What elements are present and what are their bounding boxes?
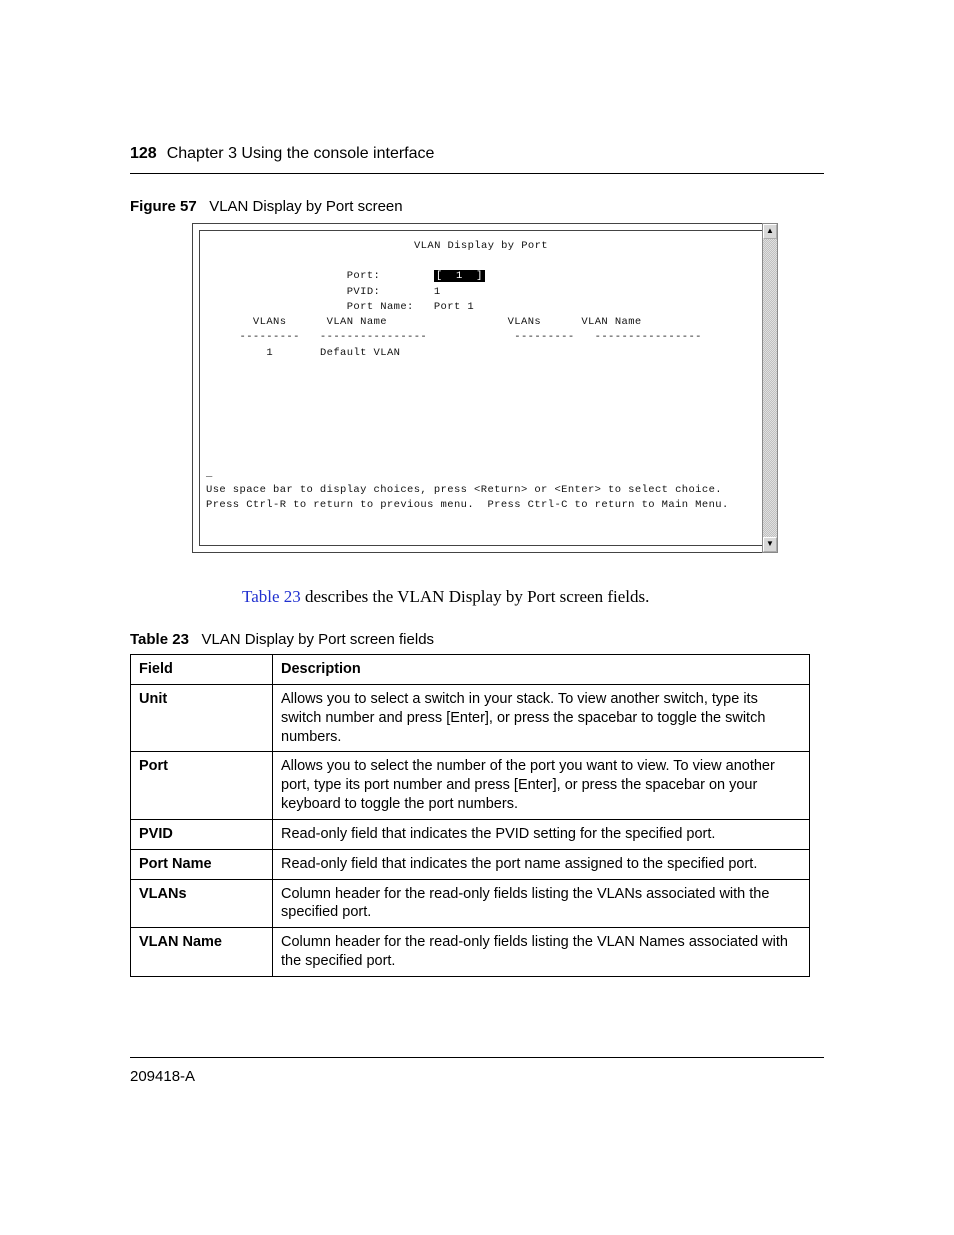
field-cell: Port Name (131, 849, 273, 879)
table-row: VLAN Name Column header for the read-onl… (131, 928, 810, 977)
desc-cell: Allows you to select the number of the p… (273, 752, 810, 820)
table-row: Port Allows you to select the number of … (131, 752, 810, 820)
col-vlanname-2: VLAN Name (581, 316, 641, 328)
scroll-down-icon[interactable]: ▼ (763, 537, 777, 552)
col-vlanname-1: VLAN Name (327, 316, 387, 328)
console-hint-1: Use space bar to display choices, press … (206, 484, 722, 496)
figure-label: Figure 57 (130, 198, 197, 215)
scrollbar[interactable]: ▲ ▼ (762, 223, 778, 553)
port-label: Port: (347, 270, 381, 282)
table-row: Unit Allows you to select a switch in yo… (131, 684, 810, 752)
th-field: Field (131, 655, 273, 685)
col-vlans-2: VLANs (508, 316, 542, 328)
page: 128 Chapter 3 Using the console interfac… (0, 0, 954, 1235)
desc-cell: Read-only field that indicates the port … (273, 849, 810, 879)
desc-cell: Column header for the read-only fields l… (273, 928, 810, 977)
divider-row: --------- ---------------- --------- ---… (206, 331, 702, 343)
console-screenshot: VLAN Display by Port Port: [ 1 ] PVID: 1… (192, 223, 762, 553)
row1-vlan: 1 (266, 347, 273, 359)
field-cell: VLAN Name (131, 928, 273, 977)
th-description: Description (273, 655, 810, 685)
page-number: 128 (130, 145, 157, 163)
table-row: VLANs Column header for the read-only fi… (131, 879, 810, 928)
figure-caption: Figure 57 VLAN Display by Port screen (130, 198, 824, 215)
pvid-value: 1 (434, 286, 441, 298)
field-cell: Unit (131, 684, 273, 752)
table-crossref-link[interactable]: Table 23 (242, 587, 301, 606)
pvid-label: PVID: (347, 286, 381, 298)
scroll-track[interactable] (763, 239, 777, 537)
body-rest: describes the VLAN Display by Port scree… (301, 587, 650, 606)
chapter-title: Chapter 3 Using the console interface (167, 145, 435, 163)
desc-cell: Allows you to select a switch in your st… (273, 684, 810, 752)
console-content: VLAN Display by Port Port: [ 1 ] PVID: 1… (199, 230, 762, 546)
body-paragraph: Table 23 describes the VLAN Display by P… (242, 587, 824, 607)
console-hint-2: Press Ctrl-R to return to previous menu.… (206, 499, 729, 511)
page-footer: 209418-A (130, 1057, 824, 1085)
row1-name: Default VLAN (320, 347, 400, 359)
col-vlans-1: VLANs (253, 316, 287, 328)
portname-value: Port 1 (434, 301, 474, 313)
table-caption: Table 23 VLAN Display by Port screen fie… (130, 631, 824, 648)
table-row: PVID Read-only field that indicates the … (131, 819, 810, 849)
desc-cell: Read-only field that indicates the PVID … (273, 819, 810, 849)
port-value: [ 1 ] (434, 270, 485, 282)
portname-label: Port Name: (347, 301, 414, 313)
table-label: Table 23 (130, 631, 189, 648)
scroll-up-icon[interactable]: ▲ (763, 224, 777, 239)
running-header: 128 Chapter 3 Using the console interfac… (130, 145, 824, 174)
figure-title: VLAN Display by Port screen (209, 198, 402, 215)
field-cell: PVID (131, 819, 273, 849)
table-title: VLAN Display by Port screen fields (201, 631, 434, 648)
desc-cell: Column header for the read-only fields l… (273, 879, 810, 928)
console-title: VLAN Display by Port (206, 239, 756, 254)
table-row: Port Name Read-only field that indicates… (131, 849, 810, 879)
field-cell: Port (131, 752, 273, 820)
table-header-row: Field Description (131, 655, 810, 685)
field-cell: VLANs (131, 879, 273, 928)
document-id: 209418-A (130, 1068, 195, 1085)
fields-table: Field Description Unit Allows you to sel… (130, 654, 810, 977)
